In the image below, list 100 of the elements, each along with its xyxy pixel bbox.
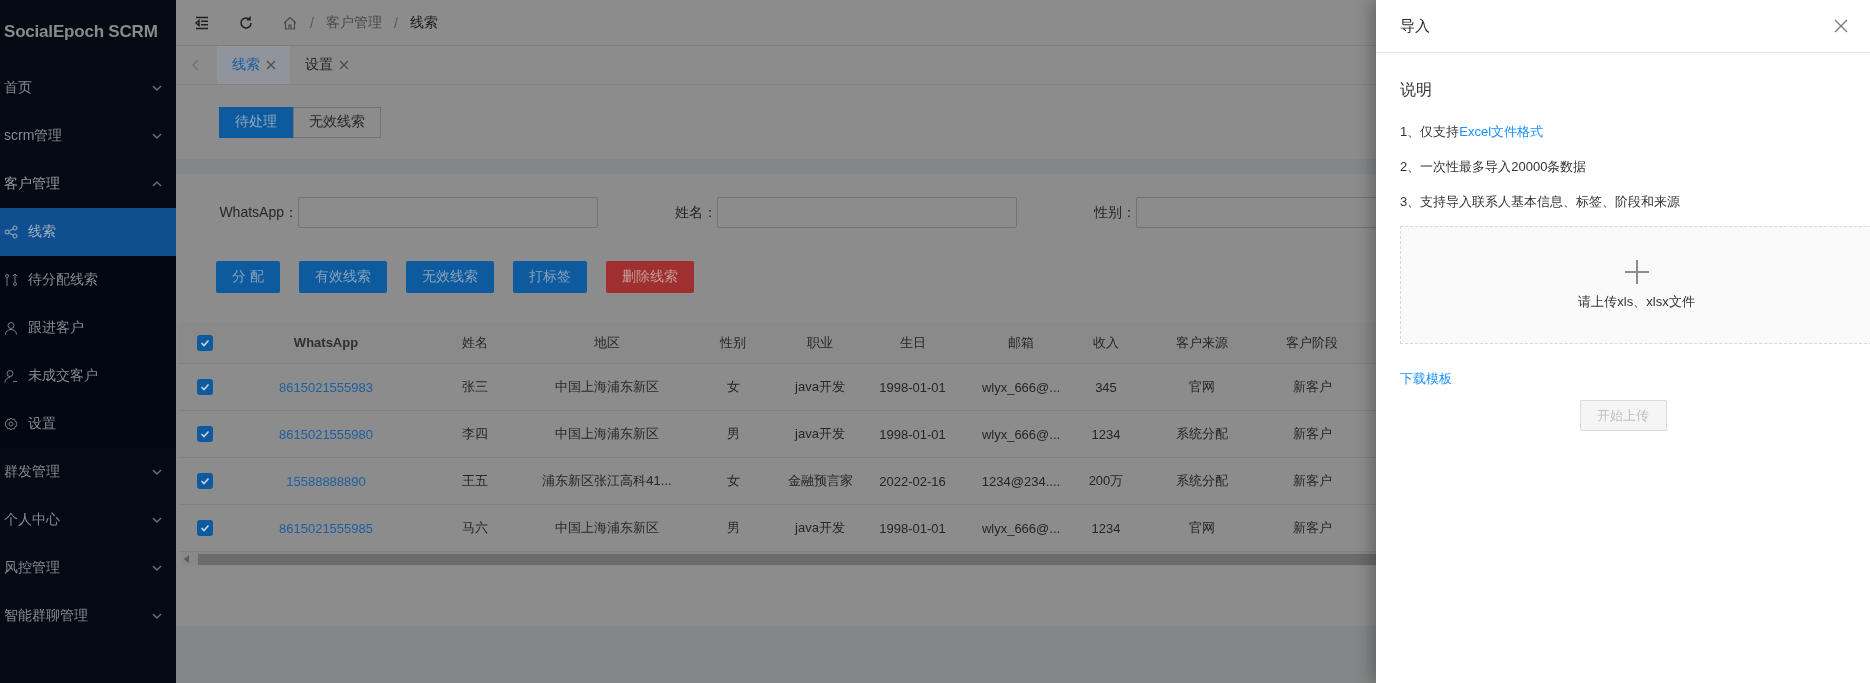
table-cell-text: 女 xyxy=(725,378,741,396)
field-label: WhatsApp： xyxy=(218,203,298,222)
action-button[interactable]: 分 配 xyxy=(216,261,280,293)
field-label: 性别： xyxy=(1092,203,1136,222)
menu-fold-icon[interactable] xyxy=(194,14,210,31)
phone-link[interactable]: 8615021555983 xyxy=(231,379,421,395)
table-cell-text: 金融预言家 xyxy=(786,472,854,490)
menu-item[interactable]: 群发管理 xyxy=(0,448,176,496)
table-cell-text: 新客户 xyxy=(1291,378,1333,396)
table-cell-text: java开发 xyxy=(793,519,846,537)
table-cell-text: wlyx_666@... xyxy=(980,379,1062,395)
column-header: 性别 xyxy=(719,333,747,352)
segment-button[interactable]: 待处理 xyxy=(219,106,293,138)
table-cell-text: 张三 xyxy=(461,378,489,396)
table-cell-text: 官网 xyxy=(1188,519,1216,537)
table-cell-text: 浦东新区张江高科41... xyxy=(541,472,673,490)
checkbox[interactable] xyxy=(197,473,213,489)
action-button[interactable]: 打标签 xyxy=(512,261,587,293)
checkbox[interactable] xyxy=(197,426,213,442)
phone-link[interactable]: 15588888890 xyxy=(231,473,421,489)
table-cell-text: 1234 xyxy=(1090,520,1122,536)
breadcrumb-item[interactable]: 客户管理 xyxy=(325,13,382,32)
table-cell-text: 345 xyxy=(1094,379,1118,395)
section-heading: 说明 xyxy=(1400,80,1433,100)
column-header: 地区 xyxy=(593,333,621,352)
action-button[interactable]: 有效线索 xyxy=(298,261,387,293)
checkbox[interactable] xyxy=(197,334,213,351)
upload-hint: 请上传xls、xlsx文件 xyxy=(1578,293,1695,311)
user-minus-icon xyxy=(4,369,18,383)
column-header: 姓名 xyxy=(461,333,489,352)
table-cell-text: 系统分配 xyxy=(1175,425,1229,443)
action-button[interactable]: 无效线索 xyxy=(405,261,494,293)
tab[interactable]: 设置 xyxy=(290,46,363,84)
plus-icon xyxy=(1623,259,1650,285)
column-header: 职业 xyxy=(806,333,834,352)
table-cell-text: 男 xyxy=(725,425,741,443)
refresh-icon[interactable] xyxy=(238,14,254,31)
action-button[interactable]: 删除线索 xyxy=(605,261,694,293)
table-cell-text: 1998-01-01 xyxy=(878,520,947,536)
table-cell-text: wlyx_666@... xyxy=(980,520,1062,536)
column-header: 邮箱 xyxy=(1007,333,1035,352)
table-cell-text: wlyx_666@... xyxy=(980,426,1062,442)
table-cell-text: 官网 xyxy=(1188,378,1216,396)
tab[interactable]: 线索 xyxy=(217,46,290,84)
share-icon xyxy=(4,225,18,239)
menu-item[interactable]: scrm管理 xyxy=(0,112,176,160)
format-link[interactable]: Excel文件格式 xyxy=(1459,124,1544,139)
table-cell-text: 马六 xyxy=(461,519,489,537)
phone-link[interactable]: 8615021555980 xyxy=(231,426,421,442)
submenu-item[interactable]: 线索 xyxy=(0,208,176,256)
column-header: 收入 xyxy=(1092,333,1120,352)
triangle-left-icon[interactable] xyxy=(184,555,190,563)
close-icon[interactable] xyxy=(1834,19,1848,33)
upload-area[interactable]: 请上传xls、xlsx文件 xyxy=(1400,226,1870,344)
download-template-link[interactable]: 下载模板 xyxy=(1400,370,1452,388)
checkbox[interactable] xyxy=(197,520,213,536)
checkbox[interactable] xyxy=(197,379,213,395)
menu-item[interactable]: 客户管理 xyxy=(0,160,176,208)
table-cell-text: 1998-01-01 xyxy=(878,379,947,395)
table-cell-text: 系统分配 xyxy=(1175,472,1229,490)
input-field[interactable] xyxy=(298,197,598,228)
instruction-text: 3、支持导入联系人基本信息、标签、阶段和来源 xyxy=(1400,193,1682,211)
table-cell-text: 中国上海浦东新区 xyxy=(554,425,660,443)
close-icon[interactable] xyxy=(339,60,349,70)
column-header: 客户来源 xyxy=(1175,333,1229,352)
submenu-item[interactable]: 未成交客户 xyxy=(0,352,176,400)
input-field[interactable] xyxy=(717,197,1017,228)
breadcrumb-item: 线索 xyxy=(409,13,438,32)
input-field[interactable] xyxy=(1136,197,1376,228)
submenu-item[interactable]: 待分配线索 xyxy=(0,256,176,304)
column-header: 生日 xyxy=(898,333,927,352)
submenu-item[interactable]: 设置 xyxy=(0,400,176,448)
instruction-text: 2、一次性最多导入20000条数据 xyxy=(1400,158,1588,176)
submenu-item[interactable]: 跟进客户 xyxy=(0,304,176,352)
breadcrumb-separator: / xyxy=(393,14,398,31)
table-cell-text: 女 xyxy=(725,472,741,490)
table-cell-text: 中国上海浦东新区 xyxy=(554,378,660,396)
instruction-text: 1、仅支持Excel文件格式 xyxy=(1400,123,1545,141)
phone-link[interactable]: 8615021555985 xyxy=(231,520,421,536)
table-cell-text: 王五 xyxy=(461,472,489,490)
drawer-title: 导入 xyxy=(1400,16,1430,36)
menu-item[interactable]: 风控管理 xyxy=(0,544,176,592)
menu-item[interactable]: 智能群聊管理 xyxy=(0,592,176,640)
settings-icon xyxy=(4,417,18,431)
menu-item[interactable]: 首页 xyxy=(0,64,176,112)
breadcrumb-separator: / xyxy=(310,14,314,31)
close-icon[interactable] xyxy=(266,60,276,70)
table-cell-text: 新客户 xyxy=(1291,472,1333,490)
menu-item[interactable]: 个人中心 xyxy=(0,496,176,544)
table-cell-text: 男 xyxy=(725,519,741,537)
field-label: 姓名： xyxy=(674,203,717,222)
horizontal-scrollbar[interactable] xyxy=(182,552,1376,566)
segment-button[interactable]: 无效线索 xyxy=(293,106,381,138)
table-cell-text: 1234 xyxy=(1090,426,1122,442)
home-icon[interactable] xyxy=(282,14,298,31)
table-cell-text: 200万 xyxy=(1087,472,1125,490)
column-header: 客户阶段 xyxy=(1285,333,1339,352)
user-icon xyxy=(4,321,18,335)
table-cell-text: 1998-01-01 xyxy=(878,426,947,442)
column-header: WhatsApp xyxy=(292,335,360,350)
